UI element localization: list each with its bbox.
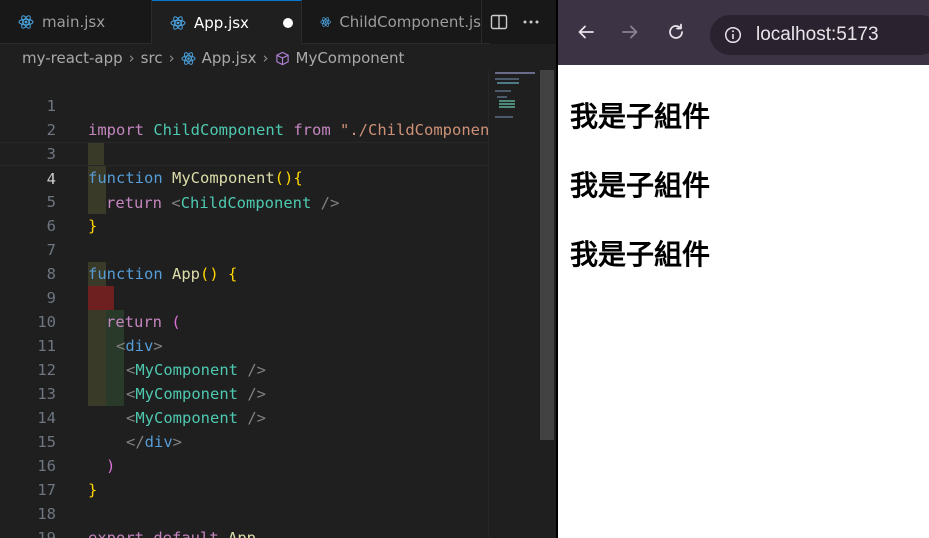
code-line: 9 return ( [0,262,490,331]
line-number: 19 [37,529,56,538]
code-line: 11 <MyComponent /> [0,310,490,379]
symbol-cube-icon [275,51,289,65]
child-component-heading: 我是子組件 [570,169,711,202]
unsaved-dot-icon[interactable] [282,17,293,28]
code-area[interactable]: 1 import ChildComponent from "./ChildCom… [0,70,499,538]
tab-app-jsx[interactable]: App.jsx [152,0,302,44]
react-icon [18,15,34,29]
editor-tab-bar: main.jsx App.jsx ChildComponent.js [0,0,556,44]
code-line: 14 </div> [0,382,490,451]
code-text: export default App [88,529,257,538]
code-line: 19 [0,502,490,538]
page-content: 我是子組件 我是子組件 我是子組件 [556,65,929,538]
code-line: 6 [0,190,490,235]
minimap-line [495,116,513,118]
code-line: 12 <MyComponent /> [0,334,490,403]
minimap-line [495,72,535,74]
reload-icon[interactable] [664,20,688,44]
address-bar[interactable]: localhost:5173 [710,15,929,55]
breadcrumb-item-project[interactable]: my-react-app [22,49,123,67]
minimap-line [497,82,519,84]
code-line: 17 [0,454,490,499]
editor-actions [490,0,556,44]
code-line: 13 <MyComponent /> [0,358,490,427]
more-actions-icon[interactable] [522,13,540,31]
code-line: 1 import ChildComponent from "./ChildCom… [0,70,499,139]
react-icon [181,51,196,65]
code-line: 5 } [0,166,490,235]
back-arrow-icon[interactable] [574,20,598,44]
minimap-line [499,106,515,108]
code-line: 16 } [0,430,490,499]
tab-main-jsx[interactable]: main.jsx [0,0,152,44]
code-line: 3 function MyComponent(){ [0,118,490,187]
url-text[interactable]: localhost:5173 [756,24,879,46]
minimap-line [499,100,515,102]
breadcrumb-item-symbol[interactable]: MyComponent [296,49,405,67]
chevron-right-icon: › [168,49,175,67]
code-line: 10 <div> [0,286,490,355]
minimap[interactable] [488,70,540,538]
forward-arrow-icon[interactable] [618,20,642,44]
breadcrumb-item-file[interactable]: App.jsx [202,49,257,67]
chevron-right-icon: › [128,49,135,67]
breadcrumb-item-src[interactable]: src [141,49,163,67]
site-info-icon[interactable] [724,26,742,44]
code-line: 18 export default App [0,478,490,538]
chevron-right-icon: › [262,49,269,67]
code-line: 2 [0,94,490,139]
split-editor-icon[interactable] [490,13,508,31]
breadcrumb: my-react-app › src › App.jsx › MyCompone… [0,44,556,72]
react-icon [320,17,331,27]
code-line: 8 [0,238,490,283]
minimap-line [495,90,511,92]
code-editor: main.jsx App.jsx ChildComponent.js my-re… [0,0,556,538]
vertical-scrollbar[interactable] [540,70,554,440]
minimap-line [499,103,515,105]
browser-toolbar: localhost:5173 [556,0,929,65]
code-line: 15 ) [0,406,490,475]
child-component-heading: 我是子組件 [570,238,711,271]
browser-window: localhost:5173 我是子組件 我是子組件 我是子組件 [556,0,929,538]
code-line-current: 4 return <ChildComponent /> [0,142,490,212]
minimap-line [495,78,519,80]
tab-childcomponent-js[interactable]: ChildComponent.js [302,0,482,44]
tab-label: main.jsx [42,13,106,31]
react-icon [170,15,186,30]
tab-label: ChildComponent.js [339,13,481,31]
tab-label: App.jsx [194,13,249,32]
minimap-line [497,96,507,98]
code-line: 7 function App() { [0,214,490,283]
child-component-heading: 我是子組件 [570,100,711,133]
